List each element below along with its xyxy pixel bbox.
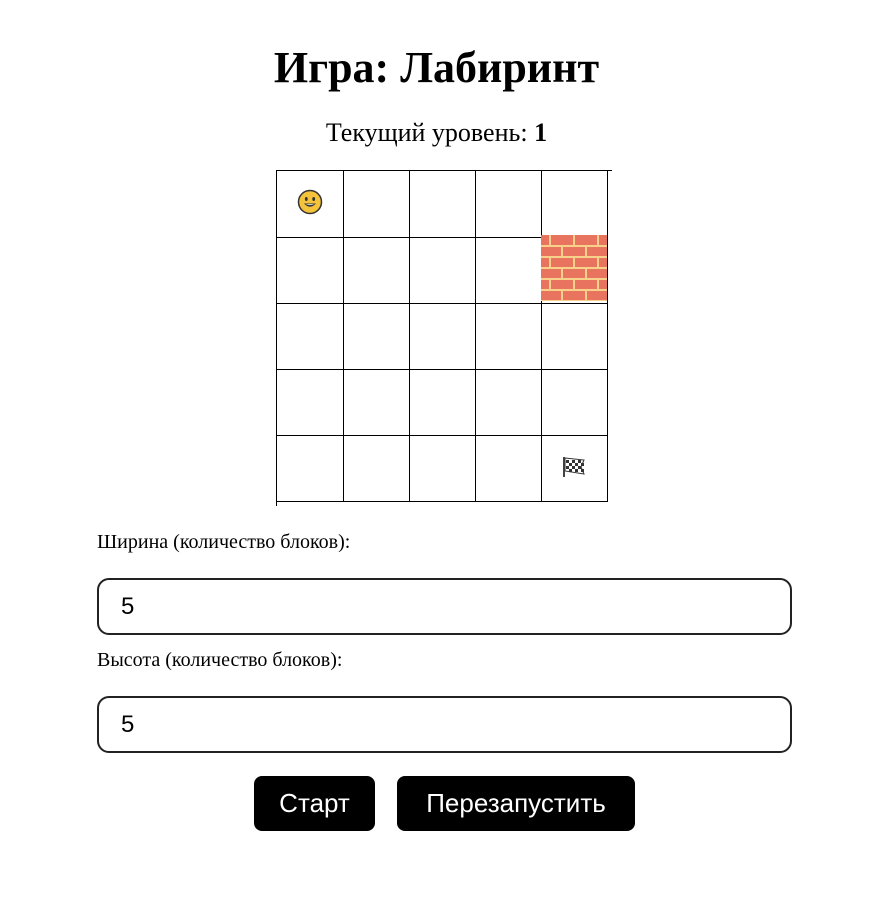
- maze-cell: [475, 435, 542, 502]
- maze-cell-wall: [541, 234, 608, 306]
- page-title: Игра: Лабиринт: [273, 43, 600, 92]
- maze-cell: [409, 369, 476, 436]
- maze-cell: [343, 303, 410, 370]
- maze-cell: [409, 435, 476, 502]
- maze-cell: [277, 237, 344, 304]
- maze-cell: [343, 435, 410, 502]
- maze-grid: [276, 170, 612, 506]
- restart-button[interactable]: Перезапустить: [397, 776, 635, 831]
- maze-cell: [409, 171, 476, 238]
- height-label: Высота (количество блоков):: [97, 649, 343, 671]
- maze-cell: [343, 171, 410, 238]
- maze-cell: [475, 303, 542, 370]
- width-label: Ширина (количество блоков):: [97, 531, 351, 553]
- maze-cell: [277, 369, 344, 436]
- maze-cell: [277, 303, 344, 370]
- width-input[interactable]: [97, 578, 792, 635]
- brick-wall-icon: [541, 234, 607, 306]
- start-button[interactable]: Старт: [254, 776, 375, 831]
- maze-cell-player: [277, 171, 344, 238]
- maze-cell: [343, 237, 410, 304]
- maze-cell: [475, 171, 542, 238]
- maze-cell: [277, 435, 344, 502]
- level-value: 1: [534, 118, 548, 147]
- maze-cell: [409, 237, 476, 304]
- maze-cell: [409, 303, 476, 370]
- height-input[interactable]: [97, 696, 792, 753]
- maze-cell: [541, 303, 608, 370]
- maze-cell: [541, 369, 608, 436]
- checkered-flag-icon: [560, 452, 588, 485]
- maze-cell: [475, 369, 542, 436]
- maze-cell-finish: [541, 435, 608, 502]
- level-indicator: Текущий уровень: 1: [0, 116, 873, 150]
- smiley-face-icon: [297, 189, 323, 220]
- maze-cell: [475, 237, 542, 304]
- maze-cell: [541, 171, 608, 238]
- level-label: Текущий уровень:: [325, 118, 535, 147]
- maze-cell: [343, 369, 410, 436]
